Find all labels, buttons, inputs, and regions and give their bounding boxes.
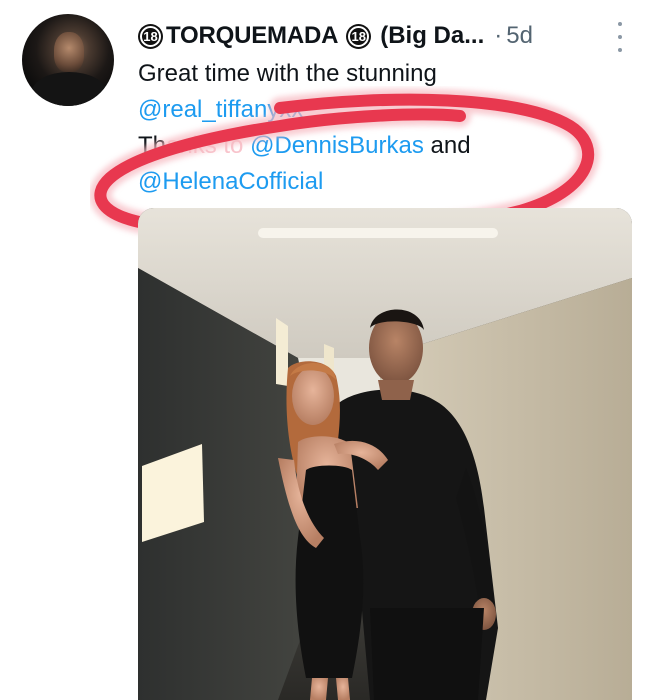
avatar-shoulders xyxy=(32,72,106,106)
more-options-icon[interactable] xyxy=(610,22,630,52)
tweet-text-line: Great time with the stunning xyxy=(138,60,437,87)
tweet-text-obscured: anks to xyxy=(166,132,244,159)
tweet-text-fragment: Th xyxy=(138,132,167,159)
mention-link[interactable]: @HelenaCofficial xyxy=(138,168,323,195)
tweet-photo[interactable] xyxy=(138,208,632,700)
tweet-text-fragment: and xyxy=(430,132,471,159)
18-plus-badge-icon: 18 xyxy=(346,23,372,49)
tweet-card[interactable]: 18 TORQUEMADA 18 (Big Da... · 5d Great t… xyxy=(0,0,654,700)
display-name[interactable]: TORQUEMADA xyxy=(166,22,338,50)
timestamp[interactable]: 5d xyxy=(506,22,533,50)
tweet-header: 18 TORQUEMADA 18 (Big Da... · 5d xyxy=(138,18,638,54)
display-name-tail[interactable]: (Big Da... xyxy=(380,22,484,50)
18-plus-badge-icon: 18 xyxy=(138,23,163,49)
avatar[interactable] xyxy=(22,14,114,106)
tweet-text: Great time with the stunning @real_tiffa… xyxy=(138,56,618,200)
time-separator: · xyxy=(494,22,503,49)
mention-link[interactable]: @real_tiffanyxx xyxy=(138,96,303,123)
mention-link[interactable]: @DennisBurkas xyxy=(250,132,424,159)
avatar-face xyxy=(54,32,84,72)
